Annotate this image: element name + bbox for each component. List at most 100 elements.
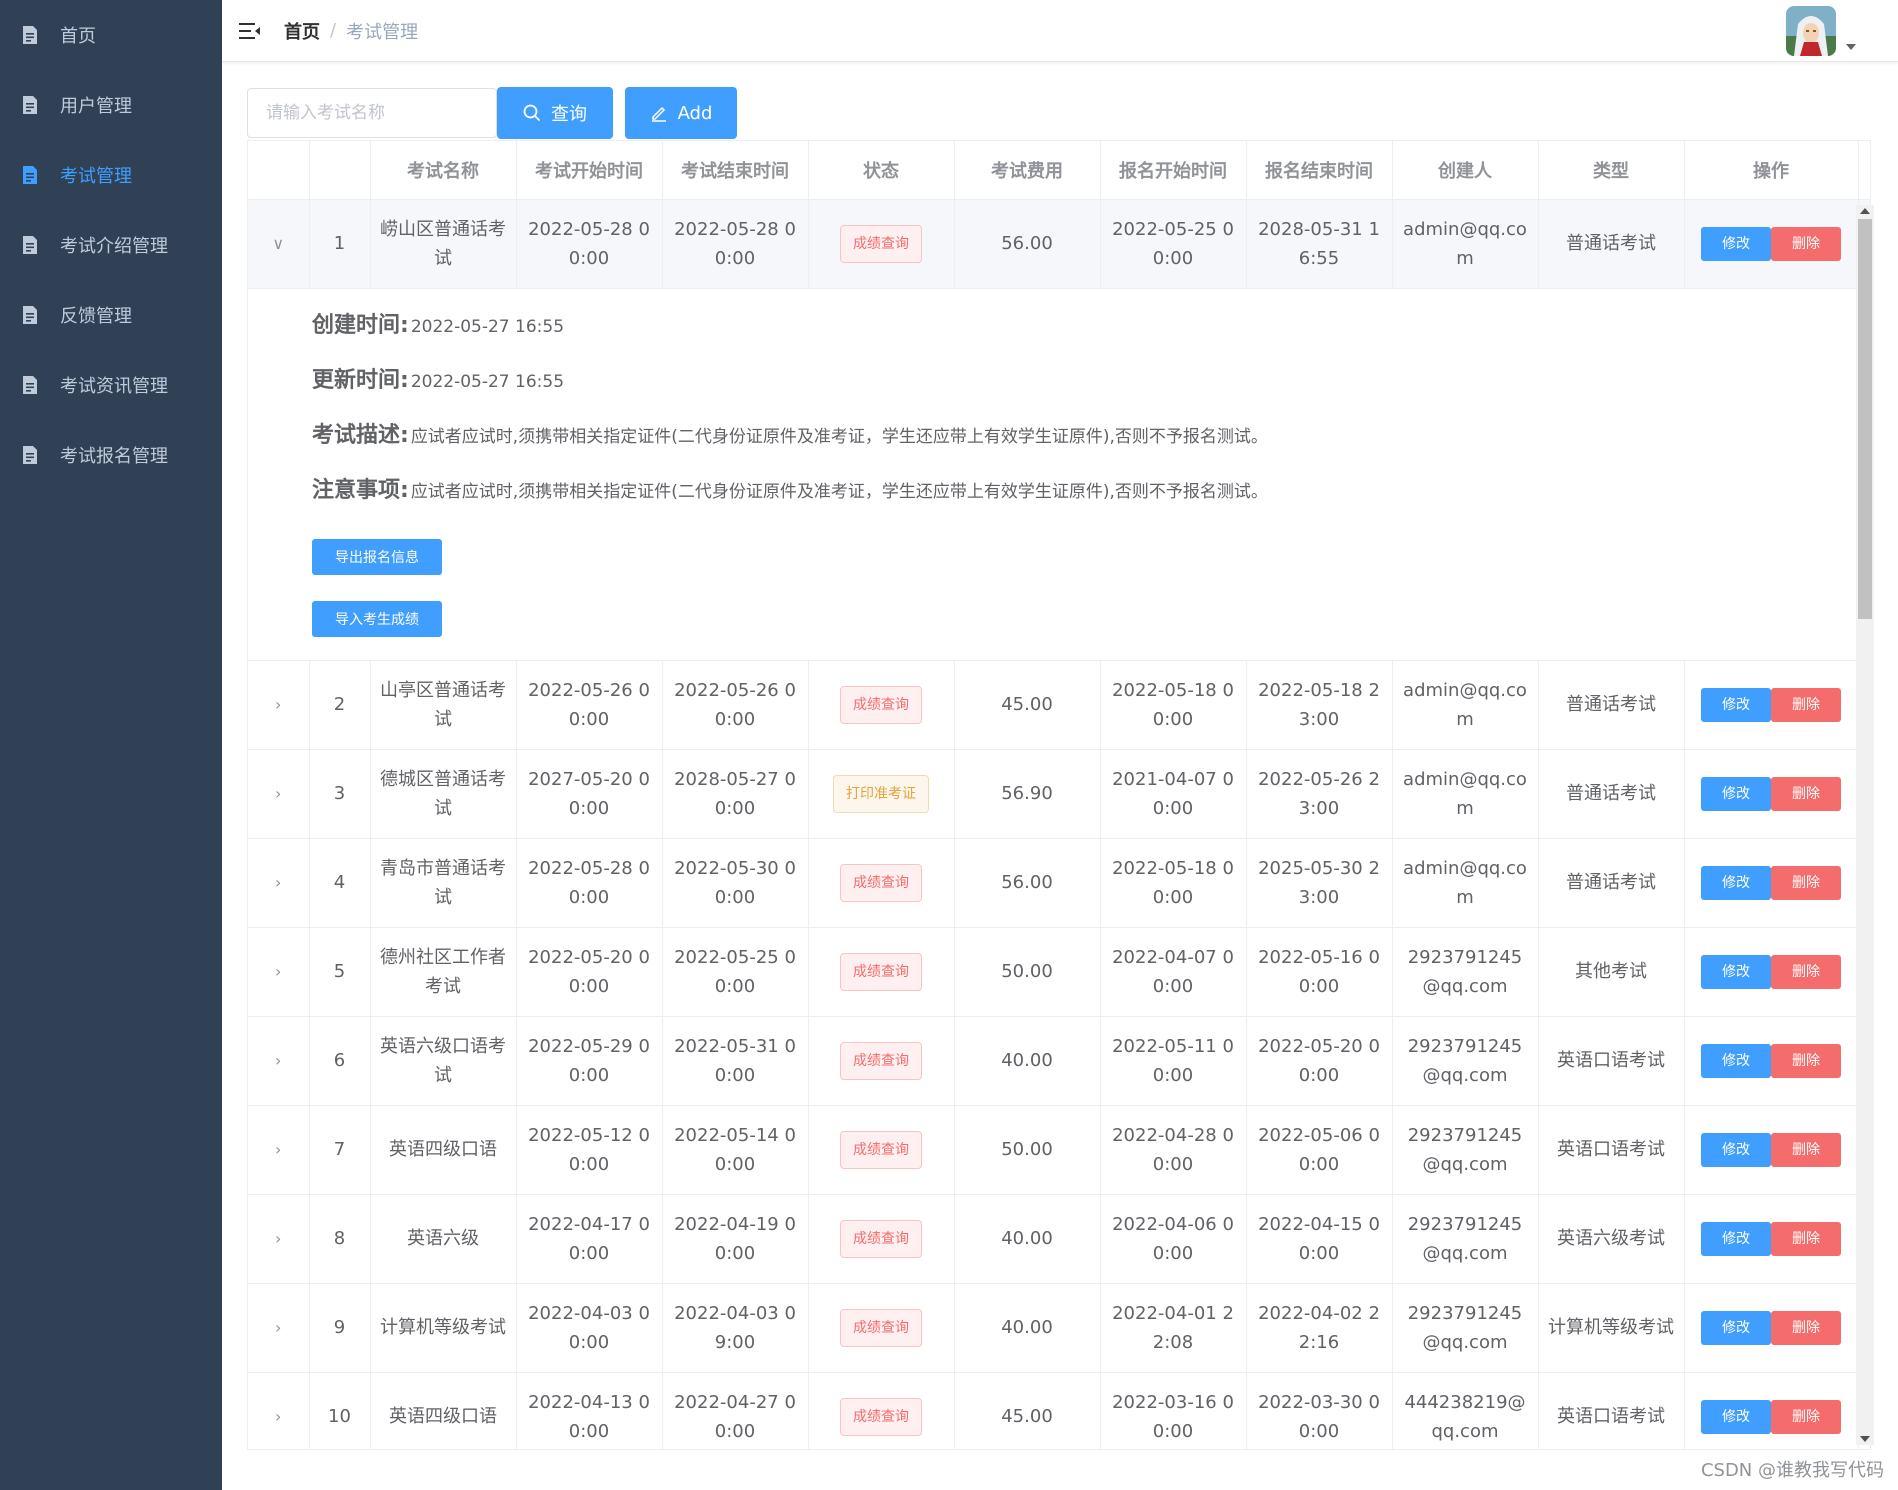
cell-reg-end: 2022-05-20 00:00 [1246,1016,1393,1106]
sidebar-item-label: 首页 [60,26,96,47]
edit-button[interactable]: 修改 [1701,1399,1771,1434]
status-tag[interactable]: 成绩查询 [840,1041,922,1080]
edit-button[interactable]: 修改 [1701,226,1771,261]
sidebar-item-4[interactable]: 反馈管理 [0,280,222,350]
status-tag[interactable]: 打印准考证 [833,774,929,813]
chevron-right-icon[interactable]: › [275,779,281,808]
watermark: CSDN @谁教我写代码 [1700,1460,1884,1481]
sidebar-item-label: 考试管理 [60,166,132,187]
table-header: 考试名称 考试开始时间 考试结束时间 状态 考试费用 报名开始时间 报名结束时间 创建人 类型操… [248,141,1870,200]
cell-reg-start: 2022-05-25 00:00 [1100,199,1247,289]
sidebar-item-label: 反馈管理 [60,306,132,327]
chevron-down-icon[interactable] [1846,44,1856,50]
column-header: 考试开始时间 [516,141,663,200]
sidebar-item-3[interactable]: 考试介绍管理 [0,210,222,280]
export-registration-button[interactable]: 导出报名信息 [312,538,442,575]
status-tag[interactable]: 成绩查询 [840,952,922,991]
cell-reg-end: 2022-05-06 00:00 [1246,1105,1393,1195]
status-tag[interactable]: 成绩查询 [840,863,922,902]
chevron-right-icon[interactable]: › [275,868,281,897]
table-scrollbar[interactable] [1856,205,1874,1445]
status-tag[interactable]: 成绩查询 [840,224,922,263]
chevron-right-icon[interactable]: › [275,1402,281,1431]
cell-type: 英语口语考试 [1538,1105,1685,1195]
status-tag[interactable]: 成绩查询 [840,1130,922,1169]
chevron-right-icon[interactable]: › [275,1135,281,1164]
document-icon [20,25,40,45]
status-cell: 成绩查询 [808,1283,955,1373]
cell-creator: 2923791245@qq.com [1392,1016,1539,1106]
status-tag[interactable]: 成绩查询 [840,1308,922,1347]
chevron-right-icon[interactable]: › [275,957,281,986]
delete-button[interactable]: 删除 [1771,1043,1841,1078]
delete-button[interactable]: 删除 [1771,1132,1841,1167]
document-icon [20,95,40,115]
edit-button[interactable]: 修改 [1701,1221,1771,1256]
actions-cell: 修改 删除 [1684,1372,1859,1449]
delete-button[interactable]: 删除 [1771,954,1841,989]
sidebar-item-6[interactable]: 考试报名管理 [0,420,222,490]
delete-button[interactable]: 删除 [1771,1221,1841,1256]
cell-creator: admin@qq.com [1392,749,1539,839]
table-row: › 3 德城区普通话考试 2027-05-20 00:00 2028-05-27 00:… [248,749,1870,839]
edit-button[interactable]: 修改 [1701,776,1771,811]
chevron-right-icon[interactable]: › [275,1313,281,1342]
expanded-detail: 创建时间: 2022-05-27 16:55 更新时间: 2022-05-27 16:… [248,288,1870,661]
table-row: › 7 英语四级口语 2022-05-12 00:00 2022-05-14 00:00… [248,1105,1870,1195]
edit-button[interactable]: 修改 [1701,1132,1771,1167]
add-button[interactable]: Add [625,87,737,139]
cell-creator: 2923791245@qq.com [1392,1194,1539,1284]
edit-button[interactable]: 修改 [1701,954,1771,989]
edit-button[interactable]: 修改 [1701,1310,1771,1345]
status-cell: 成绩查询 [808,199,955,289]
delete-button[interactable]: 删除 [1771,865,1841,900]
scroll-up-icon[interactable] [1860,208,1870,214]
status-tag[interactable]: 成绩查询 [840,685,922,724]
delete-button[interactable]: 删除 [1771,687,1841,722]
sidebar-item-1[interactable]: 用户管理 [0,70,222,140]
cell-creator: admin@qq.com [1392,838,1539,928]
chevron-right-icon[interactable]: › [275,1224,281,1253]
expand-cell: › [248,660,310,750]
breadcrumb-home[interactable]: 首页 [284,18,320,44]
sidebar-item-label: 考试报名管理 [60,446,168,467]
expand-cell: › [248,1372,310,1449]
search-button[interactable]: 查询 [497,87,613,139]
actions-cell: 修改 删除 [1684,838,1859,928]
table-row: › 6 英语六级口语考试 2022-05-29 00:00 2022-05-31 00:… [248,1016,1870,1106]
delete-button[interactable]: 删除 [1771,1310,1841,1345]
avatar[interactable] [1786,6,1836,56]
expand-cell: › [248,1105,310,1195]
row-index: 5 [309,927,371,1017]
sidebar-item-2[interactable]: 考试管理 [0,140,222,210]
expanded-row: 创建时间: 2022-05-27 16:55 更新时间: 2022-05-27 16:… [248,288,1870,661]
column-header: 类型 [1538,141,1685,200]
edit-button[interactable]: 修改 [1701,1043,1771,1078]
exam-name-search-input[interactable] [247,88,497,138]
chevron-right-icon[interactable]: › [275,690,281,719]
sidebar-item-0[interactable]: 首页 [0,0,222,70]
cell-start: 2022-04-17 00:00 [516,1194,663,1284]
edit-button[interactable]: 修改 [1701,865,1771,900]
import-scores-button[interactable]: 导入考生成绩 [312,600,442,637]
chevron-down-icon[interactable]: ∨ [272,229,284,258]
status-tag[interactable]: 成绩查询 [840,1219,922,1258]
cell-type: 英语六级考试 [1538,1194,1685,1284]
sidebar-item-5[interactable]: 考试资讯管理 [0,350,222,420]
cell-name: 德州社区工作者考试 [370,927,517,1017]
scrollbar-thumb[interactable] [1858,219,1872,619]
cell-fee: 56.00 [954,199,1101,289]
scroll-down-icon[interactable] [1860,1436,1870,1442]
status-cell: 成绩查询 [808,1372,955,1449]
delete-button[interactable]: 删除 [1771,1399,1841,1434]
status-tag[interactable]: 成绩查询 [840,1397,922,1436]
edit-button[interactable]: 修改 [1701,687,1771,722]
user-dropdown[interactable] [1786,6,1856,56]
chevron-right-icon[interactable]: › [275,1046,281,1075]
exam-table: 考试名称 考试开始时间 考试结束时间 状态 考试费用 报名开始时间 报名结束时间 创建人 类型操… [247,140,1871,1450]
delete-button[interactable]: 删除 [1771,226,1841,261]
actions-cell: 修改 删除 [1684,660,1859,750]
delete-button[interactable]: 删除 [1771,776,1841,811]
hamburger-icon[interactable] [238,19,262,43]
cell-creator: 2923791245@qq.com [1392,1283,1539,1373]
